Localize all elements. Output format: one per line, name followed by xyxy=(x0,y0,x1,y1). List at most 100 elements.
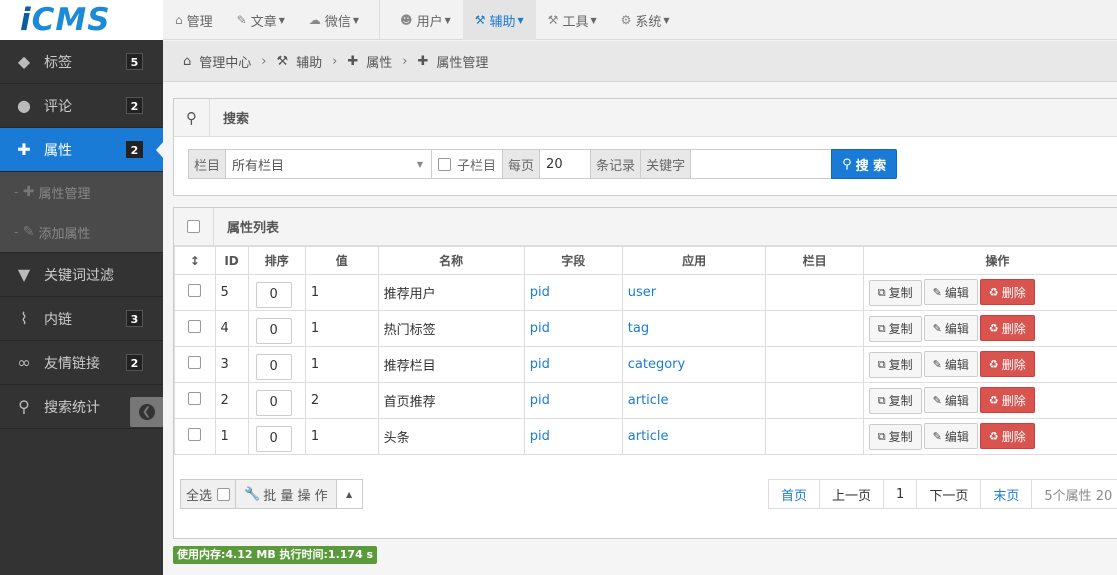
row-checkbox[interactable] xyxy=(188,320,202,333)
page-prev[interactable]: 上一页 xyxy=(820,479,885,509)
search-button[interactable]: ⚲ 搜 索 xyxy=(831,149,898,179)
delete-button[interactable]: ♻ 删除 xyxy=(979,387,1035,414)
select-all[interactable]: 全选 xyxy=(180,479,237,509)
sidebar-item-4[interactable]: ⌇ 内链 3 xyxy=(0,297,163,341)
order-input[interactable]: 0 xyxy=(255,425,292,452)
logo[interactable]: iCMS xyxy=(0,0,163,40)
row-checkbox[interactable] xyxy=(188,284,202,297)
field-link[interactable]: pid xyxy=(530,357,550,372)
nav-item-0[interactable]: ⌂ 管理 xyxy=(163,0,225,40)
sidebar-item-1[interactable]: ● 评论 2 xyxy=(0,84,163,128)
copy-button[interactable]: ⧉ 复制 xyxy=(868,387,922,414)
app-link[interactable]: user xyxy=(628,285,656,300)
page-next[interactable]: 下一页 xyxy=(917,479,982,509)
app-link[interactable]: tag xyxy=(628,321,649,336)
breadcrumb-item[interactable]: 管理中心 xyxy=(199,52,251,71)
subcat-checkbox[interactable] xyxy=(438,157,452,171)
collapse-sidebar-button[interactable]: ❮ xyxy=(130,397,163,427)
field-link[interactable]: pid xyxy=(530,321,550,336)
sidebar-subitem-1[interactable]: - ✎ 添加属性 xyxy=(0,212,163,252)
wrench-icon: 🔧 xyxy=(244,486,261,502)
perpage-input[interactable]: 20 xyxy=(540,149,591,179)
page-last[interactable]: 末页 xyxy=(981,479,1033,509)
copy-label: 复制 xyxy=(888,394,913,409)
edit-button[interactable]: ✎ 编辑 xyxy=(923,351,978,378)
cell-id: 5 xyxy=(214,274,249,311)
copy-button[interactable]: ⧉ 复制 xyxy=(868,279,922,306)
select-all-checkbox[interactable] xyxy=(217,487,231,501)
nav-item-5[interactable]: ⚒ 工具 ▼ xyxy=(536,0,609,40)
header-checkbox[interactable] xyxy=(187,220,200,233)
copy-icon: ⧉ xyxy=(877,393,886,407)
sidebar-item-2[interactable]: ✚ 属性 2 xyxy=(0,128,164,172)
row-checkbox[interactable] xyxy=(188,356,202,369)
page-first[interactable]: 首页 xyxy=(768,479,821,509)
column-header: 值 xyxy=(304,246,379,275)
cell-id: 4 xyxy=(214,310,249,347)
cell-name: 推荐栏目 xyxy=(377,346,525,383)
copy-icon: ⧉ xyxy=(877,357,886,371)
category-select[interactable]: 所有栏目 ▼ xyxy=(226,149,433,179)
edit-button[interactable]: ✎ 编辑 xyxy=(923,387,978,414)
delete-button[interactable]: ♻ 删除 xyxy=(979,423,1035,450)
edit-button[interactable]: ✎ 编辑 xyxy=(923,315,978,342)
nav-item-6[interactable]: ⚙ 系统 ▼ xyxy=(609,0,682,40)
select-all-header-checkbox-wrap[interactable] xyxy=(174,207,214,246)
sidebar-item-0[interactable]: ◆ 标签 5 xyxy=(0,40,163,84)
field-link[interactable]: pid xyxy=(530,429,550,444)
edit-button[interactable]: ✎ 编辑 xyxy=(923,423,978,450)
keyword-input[interactable] xyxy=(691,149,832,179)
delete-button[interactable]: ♻ 删除 xyxy=(979,315,1035,342)
sidebar-item-label: 评论 xyxy=(44,98,72,115)
field-link[interactable]: pid xyxy=(530,393,550,408)
app-link[interactable]: article xyxy=(628,393,669,408)
sort-icon[interactable]: ↕ xyxy=(174,246,216,275)
edit-button[interactable]: ✎ 编辑 xyxy=(923,279,978,306)
cell-actions: ⧉ 复制 ✎ 编辑 ♻ 删除 xyxy=(862,310,1117,347)
order-input[interactable]: 0 xyxy=(255,317,292,344)
order-input[interactable]: 0 xyxy=(255,389,292,416)
cell-value: 2 xyxy=(304,382,379,419)
nav-item-3[interactable]: ☻ 用户 ▼ xyxy=(388,0,463,40)
delete-button[interactable]: ♻ 删除 xyxy=(979,351,1035,378)
subcat-checkbox-wrap[interactable]: 子栏目 xyxy=(432,149,504,179)
copy-button[interactable]: ⧉ 复制 xyxy=(868,351,922,378)
delete-button[interactable]: ♻ 删除 xyxy=(979,279,1035,306)
column-header: 字段 xyxy=(523,246,623,275)
order-input[interactable]: 0 xyxy=(255,353,292,380)
row-checkbox[interactable] xyxy=(188,392,202,405)
trash-icon: ♻ xyxy=(988,357,999,371)
breadcrumb-separator: › xyxy=(332,53,338,69)
app-link[interactable]: article xyxy=(628,429,669,444)
sidebar-subitem-0[interactable]: - ✚ 属性管理 xyxy=(0,172,163,212)
copy-icon: ⧉ xyxy=(877,321,886,335)
row-checkbox-cell[interactable] xyxy=(174,346,216,383)
column-header: 操作 xyxy=(862,246,1117,275)
batch-button[interactable]: 🔧 批 量 操 作 xyxy=(236,479,337,509)
app-link[interactable]: category xyxy=(628,357,685,372)
sidebar-item-5[interactable]: ∞ 友情链接 2 xyxy=(0,341,163,385)
row-checkbox[interactable] xyxy=(188,428,202,441)
breadcrumb-item[interactable]: 属性管理 xyxy=(436,52,488,71)
sidebar-subitem-label: 添加属性 xyxy=(38,226,91,242)
nav-item-4[interactable]: ⚒ 辅助 ▼ xyxy=(462,0,536,40)
page-current[interactable]: 1 xyxy=(884,479,918,509)
row-checkbox-cell[interactable] xyxy=(174,310,216,347)
home-icon: ⌂ xyxy=(175,13,183,27)
sidebar-item-3[interactable]: ▼ 关键词过滤 xyxy=(0,253,163,297)
nav-item-1[interactable]: ✎ 文章 ▼ xyxy=(225,0,297,40)
nav-item-2[interactable]: ☁ 微信 ▼ xyxy=(297,0,371,40)
category-select-value: 所有栏目 xyxy=(232,158,285,174)
breadcrumb-item[interactable]: 属性 xyxy=(366,52,392,71)
row-checkbox-cell[interactable] xyxy=(174,418,216,455)
field-link[interactable]: pid xyxy=(530,285,550,300)
copy-button[interactable]: ⧉ 复制 xyxy=(868,423,922,450)
sidebar-item-label: 内链 xyxy=(44,311,72,328)
copy-button[interactable]: ⧉ 复制 xyxy=(868,315,922,342)
search-panel: ⚲ 搜索 栏目 所有栏目 ▼ 子栏目 每页 20 条记录 关键字 ⚲ 搜 索 xyxy=(173,98,1117,196)
order-input[interactable]: 0 xyxy=(255,281,292,308)
batch-dropdown-toggle[interactable]: ▲ xyxy=(336,479,363,509)
row-checkbox-cell[interactable] xyxy=(174,274,216,311)
row-checkbox-cell[interactable] xyxy=(174,382,216,419)
breadcrumb-item[interactable]: 辅助 xyxy=(296,52,322,71)
